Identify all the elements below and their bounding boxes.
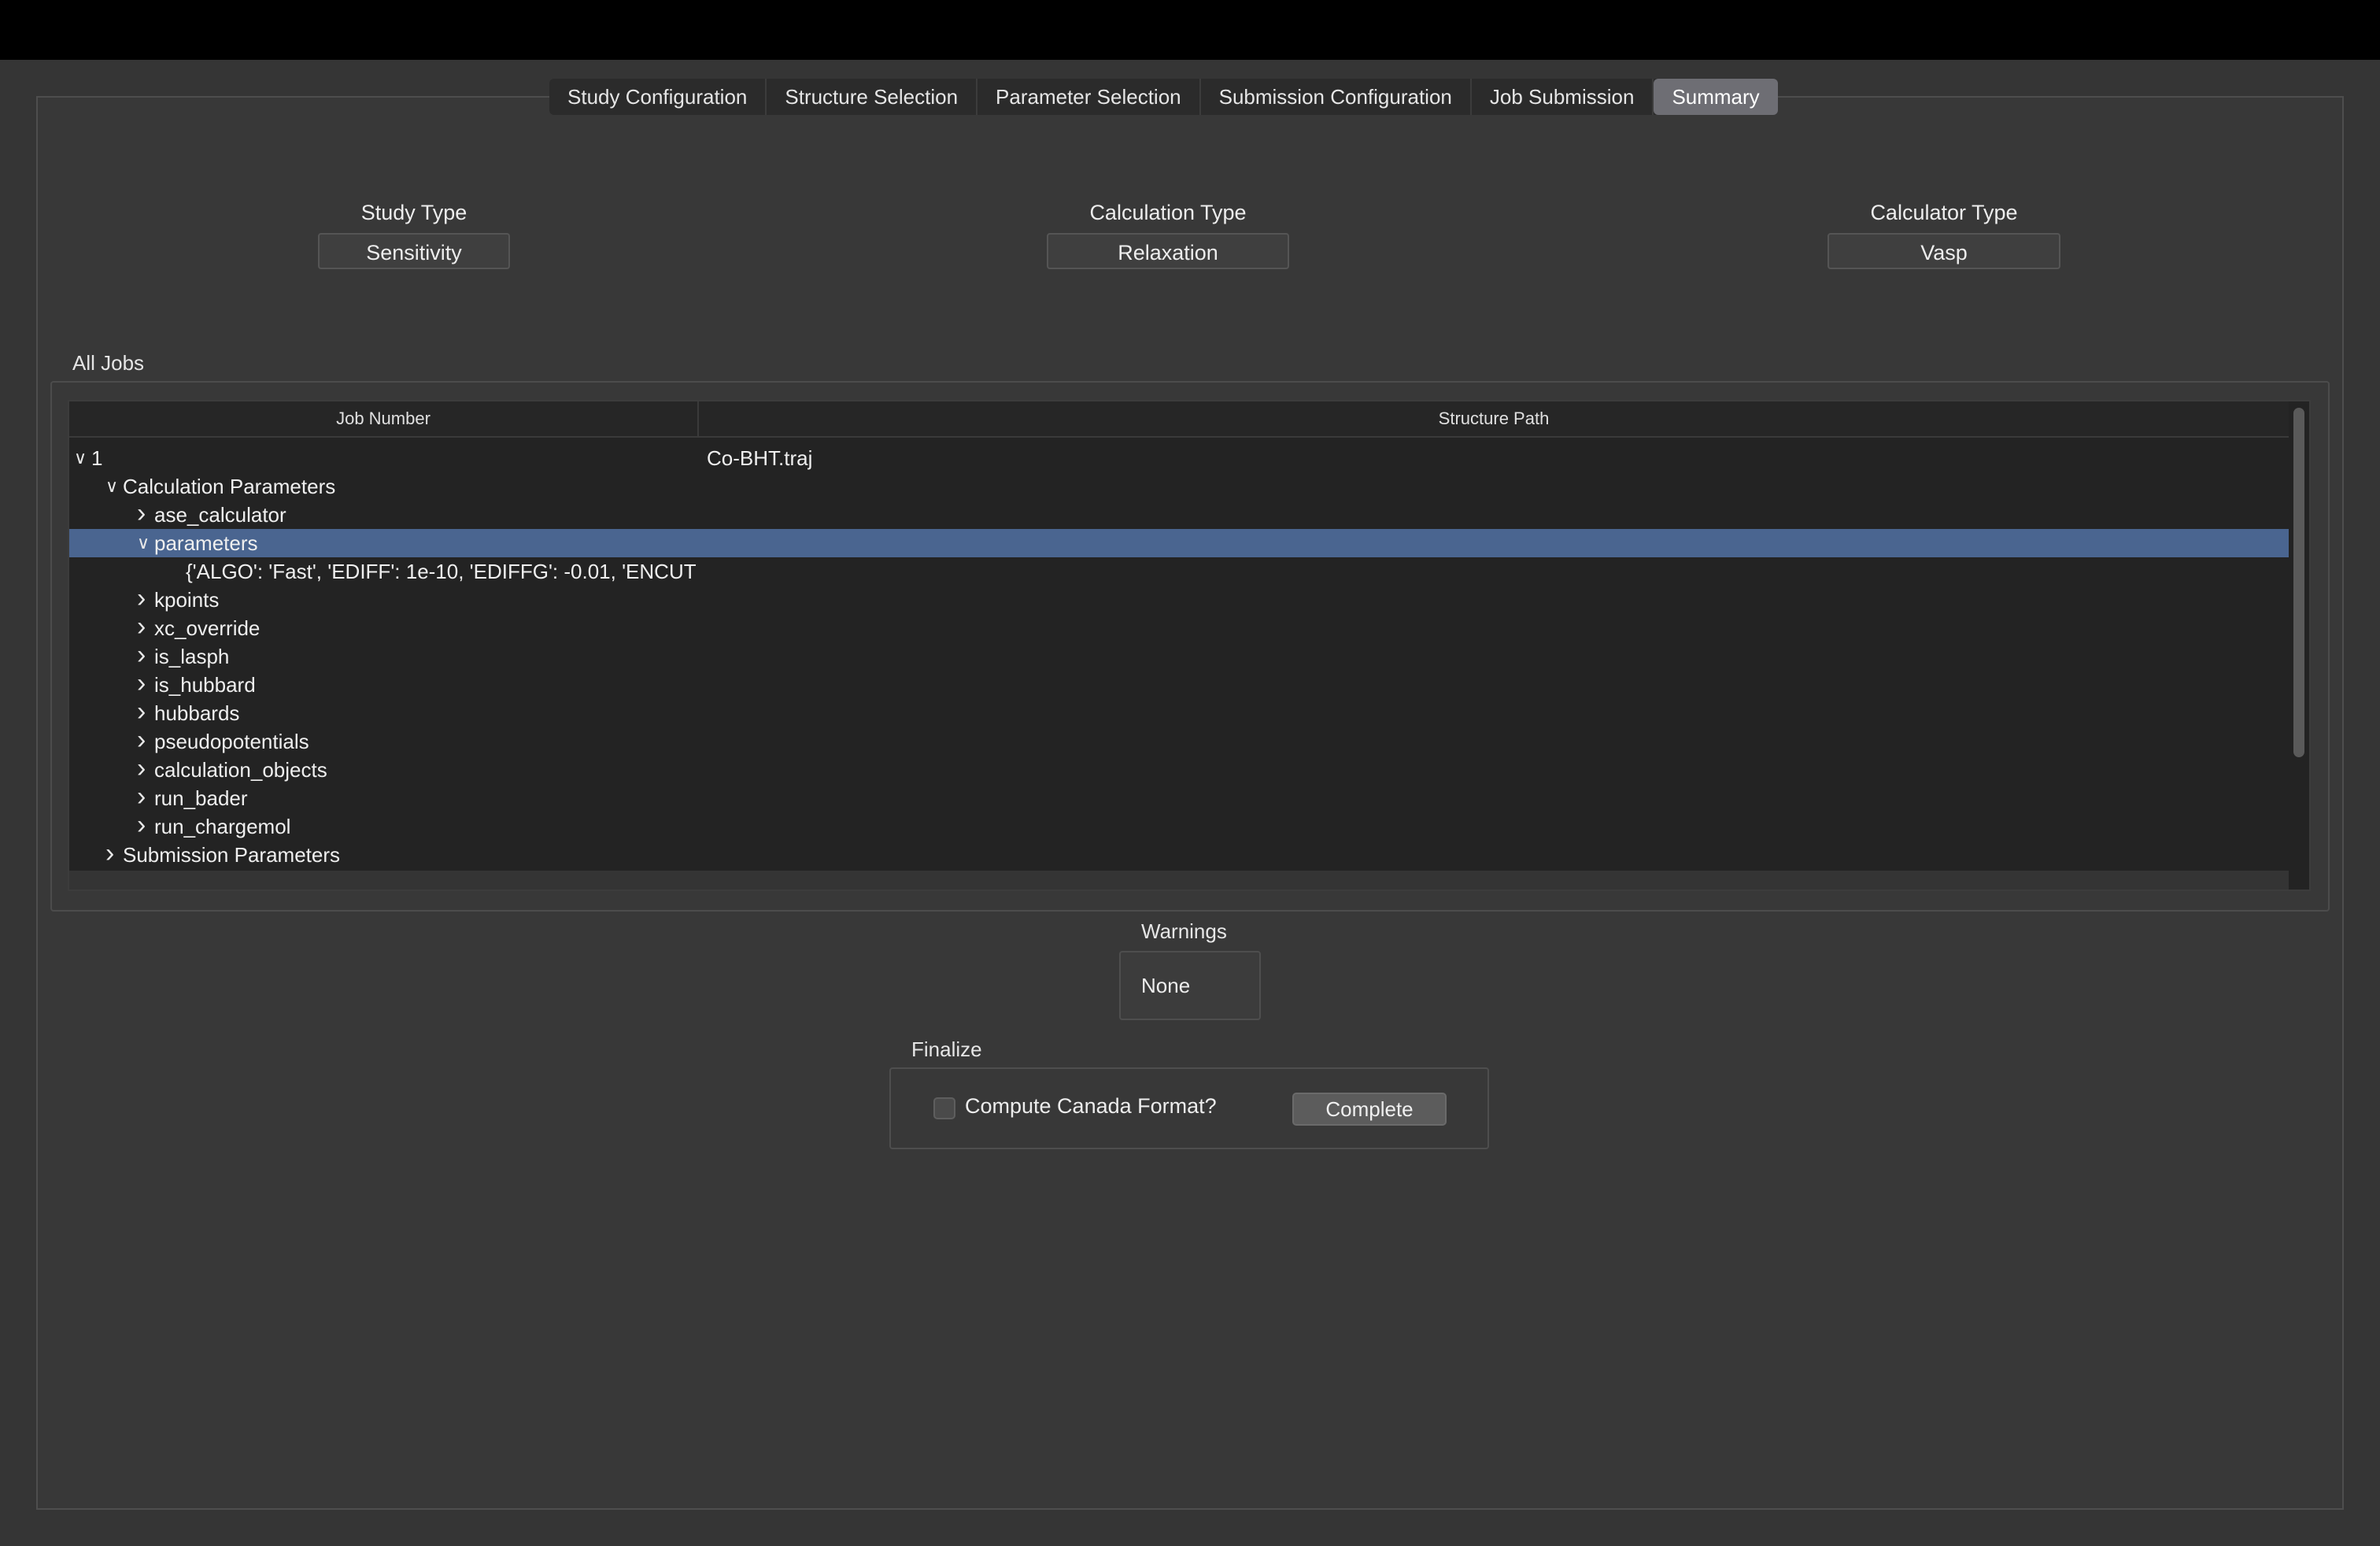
- finalize-label: Finalize: [911, 1037, 982, 1061]
- chevron-right-icon[interactable]: ›: [137, 697, 153, 726]
- tree-row-label: kpoints: [154, 588, 220, 612]
- tree-row-label: xc_override: [154, 616, 261, 640]
- column-header-job-number[interactable]: Job Number: [69, 401, 699, 436]
- tree-row[interactable]: › hubbards: [69, 697, 2289, 727]
- tab-submission-configuration[interactable]: Submission Configuration: [1201, 79, 1472, 115]
- chevron-right-icon[interactable]: ›: [137, 811, 153, 839]
- calculator-type-value: Vasp: [1828, 233, 2060, 269]
- tree-row-label: 1: [91, 446, 103, 470]
- finalize-group: Compute Canada Format? Complete: [889, 1067, 1489, 1149]
- tree-row-label: run_chargemol: [154, 815, 291, 838]
- chevron-right-icon[interactable]: ›: [137, 641, 153, 669]
- column-header-structure-path[interactable]: Structure Path: [699, 401, 2289, 436]
- tree-row-label: parameters: [154, 531, 258, 555]
- tree-row[interactable]: › run_chargemol: [69, 811, 2289, 841]
- study-type-group: Study Type Sensitivity: [318, 201, 510, 269]
- tree-row-label: hubbards: [154, 701, 240, 725]
- chevron-right-icon[interactable]: ›: [137, 584, 153, 612]
- tree-row[interactable]: ∨ 1 Co-BHT.traj: [69, 444, 2289, 472]
- chevron-right-icon[interactable]: ›: [137, 669, 153, 697]
- tree-row[interactable]: ∨ Calculation Parameters: [69, 472, 2289, 501]
- jobs-tree[interactable]: Job Number Structure Path ∨ 1 Co-BHT.traj ∨…: [68, 400, 2311, 891]
- tree-row-structure-path: Co-BHT.traj: [707, 446, 813, 470]
- study-type-value: Sensitivity: [318, 233, 510, 269]
- tree-row[interactable]: › xc_override: [69, 612, 2289, 642]
- tree-row-label: pseudopotentials: [154, 730, 309, 753]
- compute-canada-label[interactable]: Compute Canada Format?: [965, 1094, 1217, 1119]
- tab-summary[interactable]: Summary: [1654, 79, 1778, 115]
- window-titlebar: [0, 0, 2380, 60]
- chevron-right-icon[interactable]: ›: [137, 612, 153, 641]
- tree-row-label: ase_calculator: [154, 503, 286, 527]
- compute-canada-checkbox[interactable]: [933, 1097, 955, 1119]
- tree-row[interactable]: › pseudopotentials: [69, 726, 2289, 756]
- tree-row[interactable]: › is_lasph: [69, 641, 2289, 671]
- chevron-right-icon[interactable]: ›: [137, 754, 153, 782]
- tree-row-label: Calculation Parameters: [123, 475, 336, 498]
- tree-row-label: run_bader: [154, 786, 248, 810]
- calculator-type-label: Calculator Type: [1870, 201, 2018, 224]
- tree-row[interactable]: › Submission Parameters: [69, 839, 2289, 869]
- tree-row[interactable]: › ase_calculator: [69, 499, 2289, 529]
- tree-header: Job Number Structure Path: [69, 401, 2289, 438]
- complete-button[interactable]: Complete: [1292, 1093, 1447, 1126]
- warnings-label: Warnings: [1141, 919, 1227, 943]
- calculation-type-group: Calculation Type Relaxation: [1047, 201, 1289, 269]
- tree-row[interactable]: › kpoints: [69, 584, 2289, 614]
- tree-row-label: calculation_objects: [154, 758, 327, 782]
- tree-rows: ∨ 1 Co-BHT.traj ∨ Calculation Parameters › ase…: [69, 444, 2289, 869]
- tree-row[interactable]: › is_hubbard: [69, 669, 2289, 699]
- chevron-right-icon[interactable]: ›: [137, 782, 153, 811]
- tree-scrollbar[interactable]: [2293, 408, 2304, 757]
- calculation-type-label: Calculation Type: [1089, 201, 1247, 224]
- all-jobs-label: All Jobs: [72, 351, 145, 375]
- tree-row-label: is_hubbard: [154, 673, 256, 697]
- chevron-down-icon[interactable]: ∨: [105, 472, 121, 501]
- tree-row[interactable]: ∨ parameters: [69, 529, 2289, 557]
- tree-horizontal-scroll-area[interactable]: [69, 871, 2289, 890]
- tab-parameter-selection[interactable]: Parameter Selection: [978, 79, 1201, 115]
- calculation-type-value: Relaxation: [1047, 233, 1289, 269]
- chevron-right-icon[interactable]: ›: [105, 839, 121, 867]
- tree-row-label: {'ALGO': 'Fast', 'EDIFF': 1e-10, 'EDIFFG…: [186, 560, 697, 583]
- chevron-right-icon[interactable]: ›: [137, 499, 153, 527]
- tree-row-label: Submission Parameters: [123, 843, 340, 867]
- chevron-right-icon[interactable]: ›: [137, 726, 153, 754]
- tab-job-submission[interactable]: Job Submission: [1472, 79, 1654, 115]
- tab-structure-selection[interactable]: Structure Selection: [767, 79, 978, 115]
- study-type-label: Study Type: [360, 201, 468, 224]
- tree-row-label: is_lasph: [154, 645, 230, 668]
- tree-row[interactable]: › run_bader: [69, 782, 2289, 812]
- chevron-down-icon[interactable]: ∨: [137, 529, 153, 557]
- tree-row[interactable]: {'ALGO': 'Fast', 'EDIFF': 1e-10, 'EDIFFG…: [69, 557, 2289, 586]
- chevron-down-icon[interactable]: ∨: [74, 444, 90, 472]
- tab-bar: Study Configuration Structure Selection …: [549, 79, 1778, 115]
- tree-row[interactable]: › calculation_objects: [69, 754, 2289, 784]
- calculator-type-group: Calculator Type Vasp: [1828, 201, 2060, 269]
- warnings-box: None: [1119, 951, 1261, 1020]
- tab-study-configuration[interactable]: Study Configuration: [549, 79, 767, 115]
